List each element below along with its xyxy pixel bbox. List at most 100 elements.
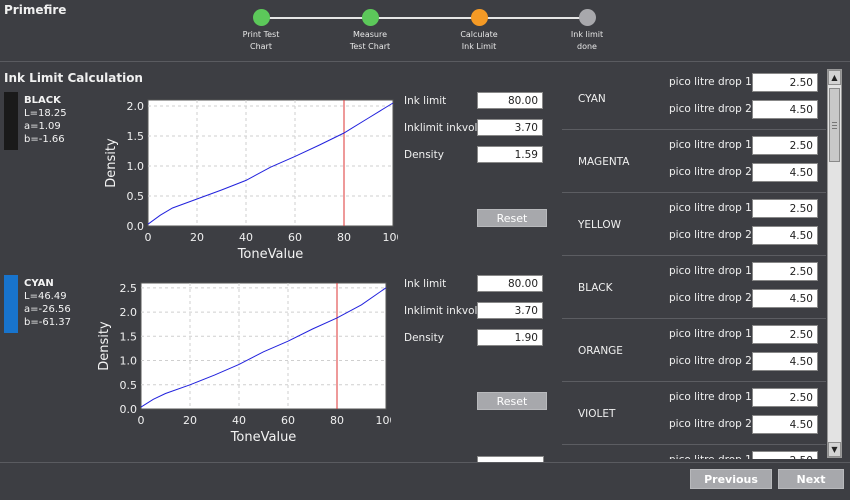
pico-litre-drop2-label: pico litre drop 2 — [669, 292, 752, 304]
pico-litre-drop1-label: pico litre drop 1 — [669, 391, 752, 403]
steps-connector — [261, 17, 587, 19]
pico-litre-drop1-label: pico litre drop 1 — [669, 454, 752, 459]
y-tick-label: 2.0 — [127, 100, 145, 113]
drop-group-ink-name: YELLOW — [578, 219, 622, 231]
inkvol-label: Inklimit inkvol — [404, 122, 478, 134]
ink-color-swatch — [4, 92, 18, 150]
x-tick-label: 80 — [330, 414, 344, 427]
step-label: Calculate Ink Limit — [460, 30, 498, 51]
density-chart-black: 0 20 40 60 80 100 0.0 0.5 1.0 1.5 2.0 ToneValue Dens… — [98, 92, 404, 268]
x-tick-label: 100 — [383, 231, 399, 244]
x-tick-label: 20 — [183, 414, 197, 427]
x-tick-label: 0 — [138, 414, 145, 427]
y-tick-label: 1.0 — [127, 160, 145, 173]
drop-size-panel: CYAN pico litre drop 1 2.50 pico litre drop… — [562, 66, 826, 459]
pico-litre-drop2-field[interactable]: 4.50 — [752, 289, 818, 308]
previous-button[interactable]: Previous — [690, 469, 772, 489]
wizard-steps: Print Test Chart Measure Test Chart Calc… — [0, 0, 850, 60]
section-title: Ink Limit Calculation — [4, 71, 143, 85]
ink-limit-label: Ink limit — [404, 278, 447, 290]
y-tick-label: 0.0 — [127, 220, 145, 233]
pico-litre-drop1-label: pico litre drop 1 — [669, 328, 752, 340]
drop-size-group: YELLOW pico litre drop 1 2.50 pico litre dr… — [562, 192, 826, 256]
ink-color-swatch — [4, 275, 18, 333]
divider — [0, 61, 850, 62]
pico-litre-drop2-field[interactable]: 4.50 — [752, 415, 818, 434]
ink-a-value: a=-26.56 — [24, 304, 71, 315]
pico-litre-drop1-label: pico litre drop 1 — [669, 139, 752, 151]
inkvol-label: Inklimit inkvol — [404, 305, 478, 317]
y-tick-label: 1.5 — [120, 330, 138, 343]
plot-area — [147, 99, 394, 227]
scrollbar-thumb[interactable] — [829, 88, 840, 162]
ink-limit-field[interactable]: 80.00 — [477, 275, 543, 292]
x-tick-label: 40 — [232, 414, 246, 427]
density-field[interactable]: 1.90 — [477, 329, 543, 346]
pico-litre-drop1-field[interactable]: 2.50 — [752, 262, 818, 281]
pico-litre-drop1-field[interactable]: 2.50 — [752, 136, 818, 155]
density-label: Density — [404, 149, 444, 161]
inkvol-field[interactable]: 3.70 — [477, 302, 543, 319]
step-label: Ink limit done — [570, 30, 604, 51]
drop-size-group: MAGENTA pico litre drop 1 2.50 pico litre d… — [562, 129, 826, 193]
pico-litre-drop2-field[interactable]: 4.50 — [752, 100, 818, 119]
pico-litre-drop2-label: pico litre drop 2 — [669, 103, 752, 115]
drop-group-ink-name: CYAN — [578, 93, 606, 105]
pico-litre-drop1-label: pico litre drop 1 — [669, 76, 752, 88]
reset-button[interactable]: Reset — [477, 392, 547, 410]
pico-litre-drop1-field[interactable]: 2.50 — [752, 325, 818, 344]
next-button[interactable]: Next — [778, 469, 844, 489]
plot-area — [140, 282, 387, 410]
x-tick-label: 60 — [281, 414, 295, 427]
drop-size-group: CYAN pico litre drop 1 2.50 pico litre drop… — [562, 66, 826, 130]
step-calculate-ink-limit: Calculate Ink Limit — [439, 9, 519, 53]
ink-lab-info: CYAN L=46.49 a=-26.56 b=-61.37 — [24, 277, 71, 329]
y-tick-label: 1.0 — [120, 355, 138, 368]
pico-litre-drop2-label: pico litre drop 2 — [669, 355, 752, 367]
inkvol-field[interactable]: 3.70 — [477, 119, 543, 136]
pico-litre-drop2-field[interactable]: 4.50 — [752, 352, 818, 371]
pico-litre-drop1-field[interactable]: 2.50 — [752, 451, 818, 459]
x-axis-label: ToneValue — [237, 247, 304, 262]
density-field[interactable]: 1.59 — [477, 146, 543, 163]
pico-litre-drop2-label: pico litre drop 2 — [669, 229, 752, 241]
step-ink-limit-done: Ink limit done — [547, 9, 627, 53]
y-axis-label: Density — [104, 138, 119, 188]
scroll-up-arrow-icon[interactable]: ▲ — [828, 70, 841, 85]
density-label: Density — [404, 332, 444, 344]
ink-name: BLACK — [24, 95, 61, 106]
pico-litre-drop1-field[interactable]: 2.50 — [752, 199, 818, 218]
scroll-down-arrow-icon[interactable]: ▼ — [828, 442, 841, 457]
pico-litre-drop2-field[interactable]: 4.50 — [752, 226, 818, 245]
x-tick-label: 0 — [145, 231, 152, 244]
y-tick-label: 2.0 — [120, 306, 138, 319]
x-tick-label: 60 — [288, 231, 302, 244]
ink-limit-field[interactable]: 80.00 — [477, 92, 543, 109]
ink-b-value: b=-1.66 — [24, 134, 65, 145]
pico-litre-drop1-field[interactable]: 2.50 — [752, 73, 818, 92]
x-tick-label: 80 — [337, 231, 351, 244]
drop-size-group: BLACK pico litre drop 1 2.50 pico litre dro… — [562, 255, 826, 319]
y-tick-label: 0.0 — [120, 403, 138, 416]
pico-litre-drop1-label: pico litre drop 1 — [669, 265, 752, 277]
ink-a-value: a=1.09 — [24, 121, 61, 132]
ink-L-value: L=46.49 — [24, 291, 67, 302]
ink-lab-info: BLACK L=18.25 a=1.09 b=-1.66 — [24, 94, 67, 146]
y-tick-label: 0.5 — [127, 190, 145, 203]
pico-litre-drop2-field[interactable]: 4.50 — [752, 163, 818, 182]
y-tick-label: 2.5 — [120, 282, 138, 295]
vertical-scrollbar[interactable]: ▲ ▼ — [827, 69, 842, 458]
y-tick-label: 1.5 — [127, 130, 145, 143]
reset-button[interactable]: Reset — [477, 209, 547, 227]
step-measure-test-chart: Measure Test Chart — [330, 9, 410, 53]
pico-litre-drop1-field[interactable]: 2.50 — [752, 388, 818, 407]
divider — [0, 462, 850, 463]
step-print-test-chart: Print Test Chart — [221, 9, 301, 53]
ink-L-value: L=18.25 — [24, 108, 67, 119]
step-dot — [578, 9, 596, 26]
x-tick-label: 20 — [190, 231, 204, 244]
pico-litre-drop2-label: pico litre drop 2 — [669, 418, 752, 430]
drop-group-ink-name: BLACK — [578, 282, 613, 294]
drop-size-group: VIOLET pico litre drop 1 2.50 pico litre dr… — [562, 381, 826, 445]
step-dot — [361, 9, 379, 26]
